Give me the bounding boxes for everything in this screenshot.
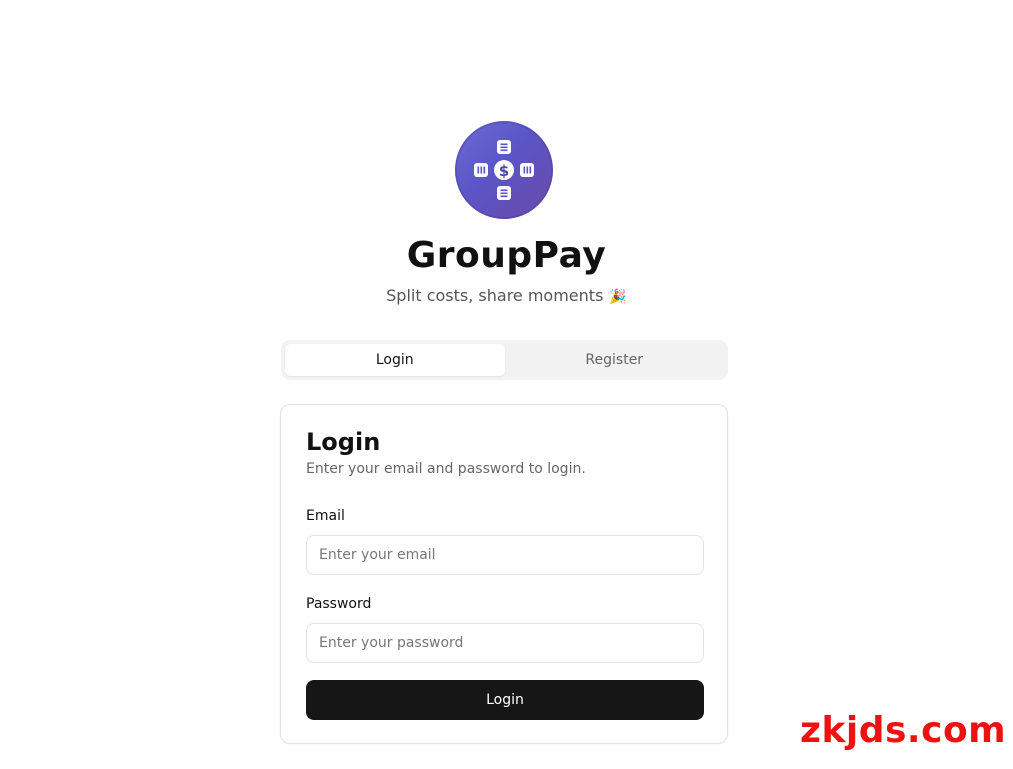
card-title: Login [306,428,381,456]
svg-text:$: $ [499,162,509,180]
dollar-group-icon: $ [474,140,534,200]
password-field[interactable] [306,623,704,663]
app-logo: $ [455,121,553,219]
login-card: Login Enter your email and password to l… [280,404,728,744]
card-description: Enter your email and password to login. [306,461,586,477]
tab-login[interactable]: Login [285,344,505,376]
login-page: $ GroupPay Split costs, share moments 🎉 [0,0,1013,769]
password-label: Password [306,596,372,612]
party-popper-icon: 🎉 [609,289,627,305]
email-label: Email [306,508,345,524]
email-field[interactable] [306,535,704,575]
login-button[interactable]: Login [306,680,704,720]
app-tagline: Split costs, share moments 🎉 [0,285,1013,308]
watermark: zkjds.com [800,710,1007,751]
tab-register[interactable]: Register [505,344,725,376]
tagline-text: Split costs, share moments [386,286,604,305]
auth-tabs: Login Register [281,340,728,380]
app-title: GroupPay [406,235,607,276]
